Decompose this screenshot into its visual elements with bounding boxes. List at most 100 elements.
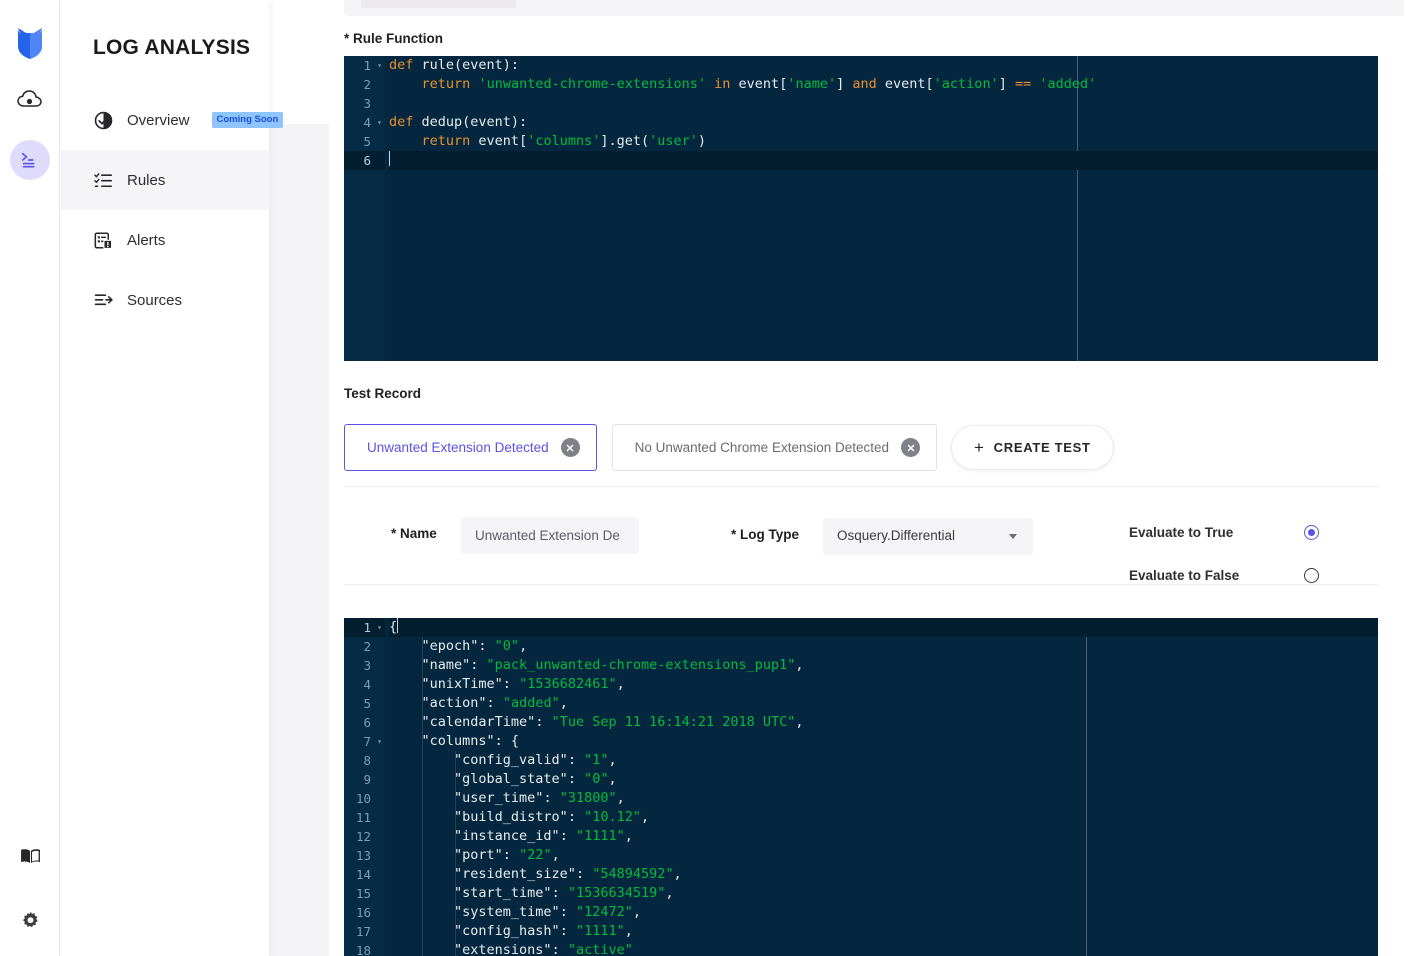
test-tab-0[interactable]: Unwanted Extension Detected — [344, 424, 597, 471]
code-line-6: "calendarTime": "Tue Sep 11 16:14:21 201… — [389, 714, 804, 730]
gutter-line-1[interactable]: 1 — [344, 56, 385, 75]
sidebar-item-label: Rules — [127, 171, 166, 189]
panther-shield-logo[interactable] — [15, 26, 45, 60]
test-config-form: * Name * Log Type Osquery.Differential E… — [329, 514, 1418, 584]
overview-check-icon — [93, 110, 113, 130]
json-editor-gutter[interactable]: 123456789101112131415161718 — [344, 618, 385, 956]
code-line-1: { — [389, 618, 1378, 637]
evaluate-false-radio[interactable] — [1304, 568, 1319, 583]
gutter-line-10[interactable]: 10 — [344, 789, 385, 808]
test-record-json-editor[interactable]: 123456789101112131415161718 { "epoch": "… — [344, 618, 1378, 956]
gutter-line-3[interactable]: 3 — [344, 94, 385, 113]
rules-list-icon — [93, 170, 113, 190]
rule-function-label: * Rule Function — [344, 31, 443, 46]
gutter-line-4[interactable]: 4 — [344, 675, 385, 694]
plus-icon: + — [974, 438, 985, 457]
name-label: * Name — [391, 526, 437, 541]
create-test-button[interactable]: + CREATE TEST — [951, 425, 1114, 470]
coming-soon-badge: Coming Soon — [211, 112, 284, 128]
code-line-3: "name": "pack_unwanted-chrome-extensions… — [389, 657, 804, 673]
indent-guide — [455, 751, 456, 956]
gutter-line-2[interactable]: 2 — [344, 637, 385, 656]
gutter-line-12[interactable]: 12 — [344, 827, 385, 846]
gutter-line-11[interactable]: 11 — [344, 808, 385, 827]
rail-item-cloud-security[interactable] — [10, 80, 50, 120]
gutter-line-7[interactable]: 7 — [344, 732, 385, 751]
test-record-tabs: Unwanted Extension Detected No Unwanted … — [344, 424, 1114, 471]
name-input[interactable] — [461, 517, 639, 554]
rule-editor-code[interactable]: def rule(event): return 'unwanted-chrome… — [385, 56, 1378, 361]
sidebar-nav: Overview Coming Soon Rules Alerts Source… — [61, 90, 284, 330]
test-tab-1[interactable]: No Unwanted Chrome Extension Detected — [611, 424, 938, 471]
sources-icon — [93, 290, 113, 310]
gutter-line-4[interactable]: 4 — [344, 113, 385, 132]
gutter-line-1[interactable]: 1 — [344, 618, 385, 637]
test-tab-label: No Unwanted Chrome Extension Detected — [634, 440, 890, 455]
sidebar-item-label: Overview — [127, 111, 190, 129]
sidebar-item-overview[interactable]: Overview Coming Soon — [61, 90, 284, 150]
json-editor-code[interactable]: { "epoch": "0", "name": "pack_unwanted-c… — [385, 618, 1378, 956]
gutter-line-17[interactable]: 17 — [344, 922, 385, 941]
code-line-2: return 'unwanted-chrome-extensions' in e… — [421, 76, 1097, 92]
evaluate-false-row[interactable]: Evaluate to False — [1129, 557, 1319, 594]
code-line-12: "instance_id": "1111", — [389, 828, 633, 844]
divider-top — [344, 486, 1378, 487]
code-line-10: "user_time": "31800", — [389, 790, 625, 806]
test-tab-label: Unwanted Extension Detected — [367, 440, 549, 455]
code-line-7: "columns": { — [389, 733, 520, 749]
gutter-line-2[interactable]: 2 — [344, 75, 385, 94]
log-type-select[interactable]: Osquery.Differential — [823, 518, 1033, 555]
code-line-8: "config_valid": "1", — [389, 752, 617, 768]
gutter-line-18[interactable]: 18 — [344, 941, 385, 956]
sidebar-title: LOG ANALYSIS — [93, 36, 251, 59]
close-icon[interactable] — [901, 438, 921, 457]
gutter-line-15[interactable]: 15 — [344, 884, 385, 903]
sidebar: LOG ANALYSIS Overview Coming Soon Rules … — [61, 0, 284, 956]
text-caret — [389, 151, 390, 166]
create-test-label: CREATE TEST — [993, 440, 1091, 455]
sidebar-item-rules[interactable]: Rules — [61, 150, 269, 210]
panel-gap — [269, 0, 329, 956]
code-line-4: "unixTime": "1536682461", — [389, 676, 625, 692]
code-line-15: "start_time": "1536634519", — [389, 885, 674, 901]
rail-item-settings[interactable] — [10, 900, 50, 940]
gutter-line-3[interactable]: 3 — [344, 656, 385, 675]
evaluate-false-label: Evaluate to False — [1129, 568, 1240, 583]
gutter-line-9[interactable]: 9 — [344, 770, 385, 789]
chevron-down-icon — [1009, 534, 1017, 539]
evaluate-true-row[interactable]: Evaluate to True — [1129, 514, 1319, 551]
gutter-line-16[interactable]: 16 — [344, 903, 385, 922]
code-line-2: "epoch": "0", — [389, 638, 528, 654]
evaluate-true-label: Evaluate to True — [1129, 525, 1234, 540]
code-line-14: "resident_size": "54894592", — [389, 866, 682, 882]
partial-field-above-fold[interactable] — [344, 0, 1404, 16]
close-icon[interactable] — [560, 438, 580, 457]
gutter-line-14[interactable]: 14 — [344, 865, 385, 884]
test-record-label: Test Record — [344, 386, 422, 401]
code-line-9: "global_state": "0", — [389, 771, 617, 787]
app-root: LOG ANALYSIS Overview Coming Soon Rules … — [0, 0, 1418, 956]
rail-item-documentation[interactable] — [10, 836, 50, 876]
sidebar-item-alerts[interactable]: Alerts — [61, 210, 269, 270]
gutter-line-13[interactable]: 13 — [344, 846, 385, 865]
evaluate-true-radio[interactable] — [1304, 525, 1319, 540]
code-line-6 — [389, 151, 1378, 170]
code-line-11: "build_distro": "10.12", — [389, 809, 650, 825]
sidebar-item-sources[interactable]: Sources — [61, 270, 269, 330]
gutter-line-6[interactable]: 6 — [344, 151, 385, 170]
code-line-16: "system_time": "12472", — [389, 904, 641, 920]
code-line-18: "extensions": "active" — [389, 942, 633, 956]
sidebar-item-label: Sources — [127, 291, 183, 309]
gutter-line-8[interactable]: 8 — [344, 751, 385, 770]
code-line-5: "action": "added", — [389, 695, 568, 711]
alerts-icon — [93, 230, 113, 250]
rule-editor-gutter[interactable]: 123456 — [344, 56, 385, 361]
main-content: * Rule Function 123456 def rule(event): … — [329, 0, 1418, 956]
sidebar-item-label: Alerts — [127, 231, 166, 249]
gutter-line-5[interactable]: 5 — [344, 694, 385, 713]
gutter-line-6[interactable]: 6 — [344, 713, 385, 732]
rule-function-editor[interactable]: 123456 def rule(event): return 'unwanted… — [344, 56, 1378, 361]
gutter-line-5[interactable]: 5 — [344, 132, 385, 151]
rail-item-log-analysis[interactable] — [9, 140, 50, 180]
